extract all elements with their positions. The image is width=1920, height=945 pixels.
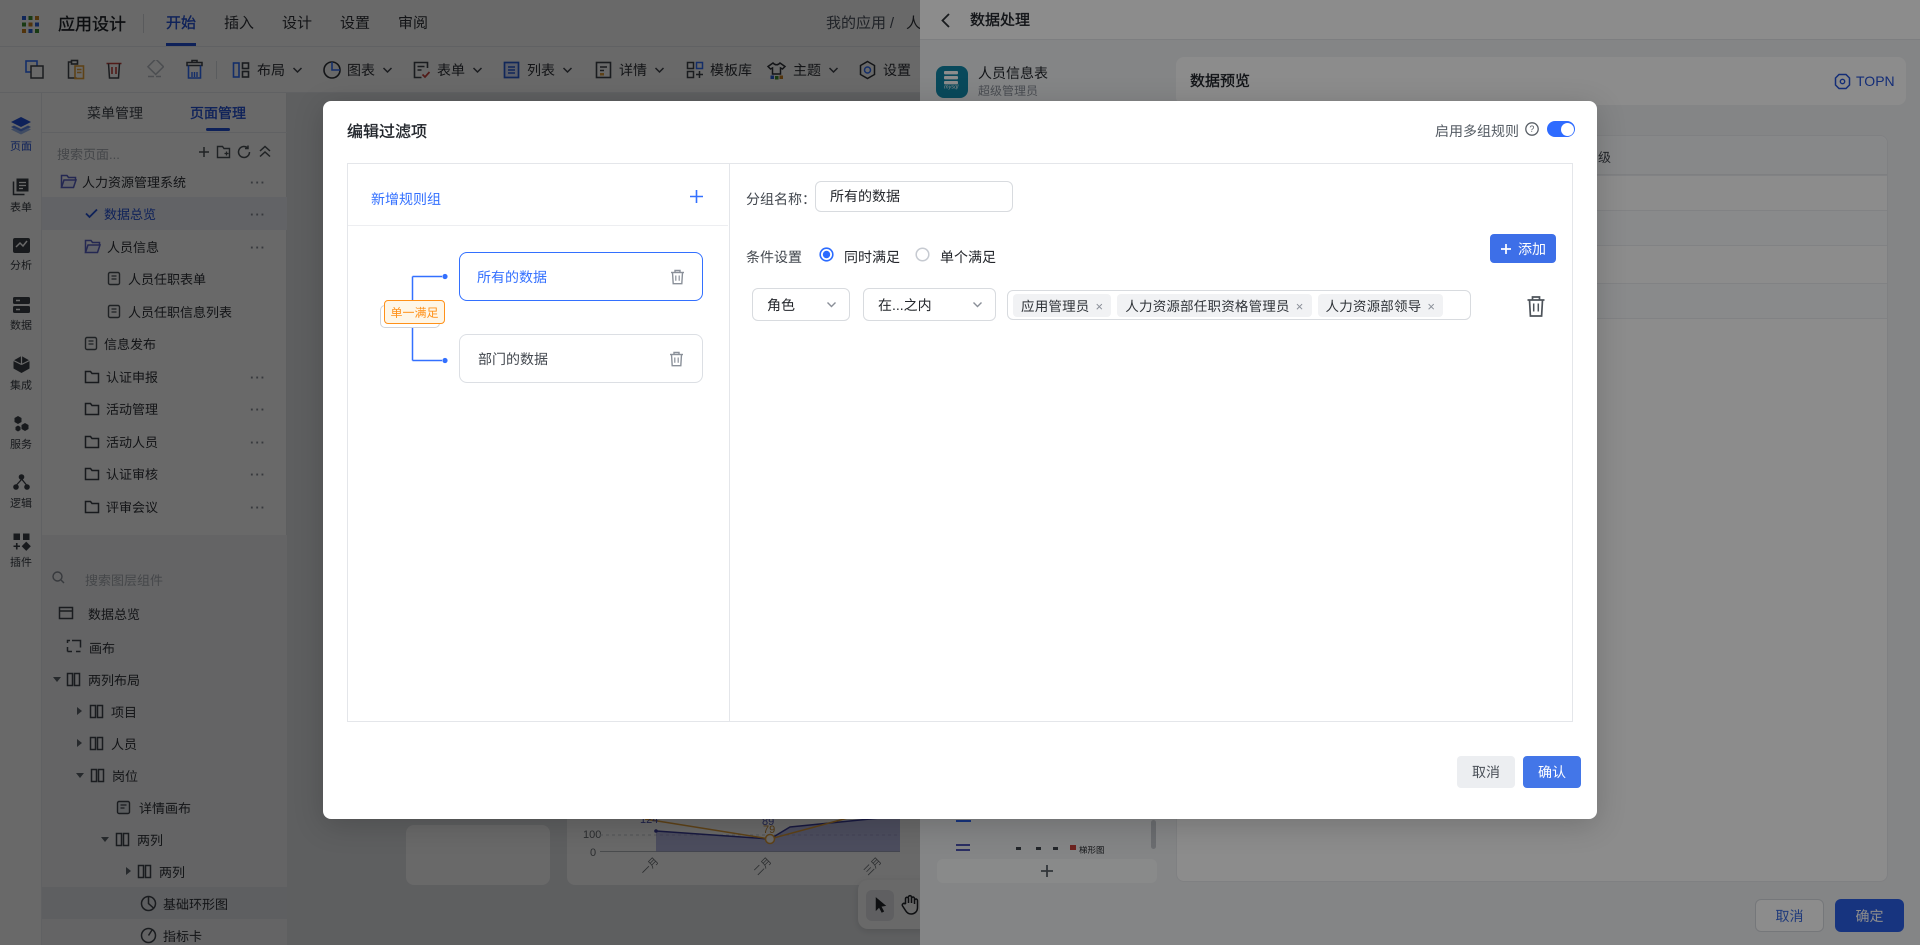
svg-text:?: ? — [1529, 122, 1534, 135]
